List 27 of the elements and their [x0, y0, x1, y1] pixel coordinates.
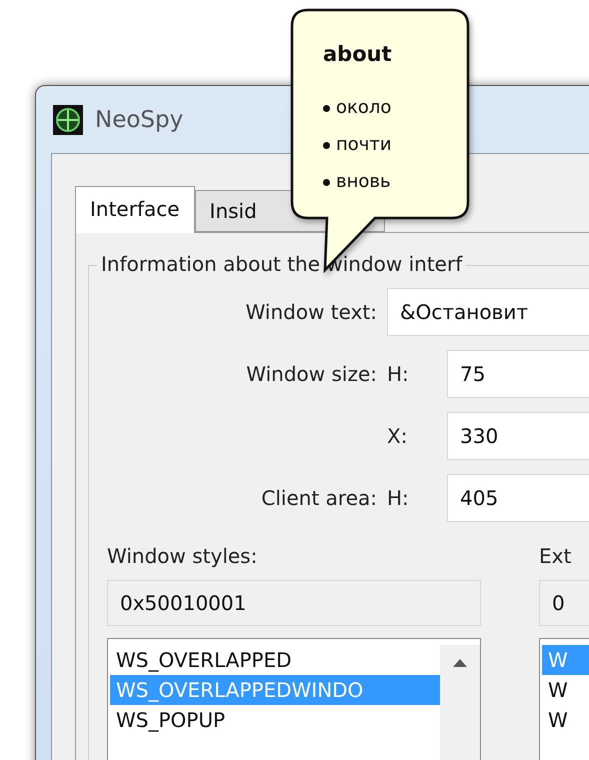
- list-item[interactable]: WS_POPUP: [110, 705, 440, 735]
- field-prefix: X:: [387, 424, 408, 448]
- tooltip-item: почти: [336, 133, 392, 157]
- styles-list[interactable]: W W W: [539, 638, 589, 760]
- field-label: Window size:: [245, 362, 378, 386]
- tooltip-title: about: [323, 42, 392, 66]
- list-item[interactable]: W: [542, 675, 589, 705]
- field-label: Client area:: [260, 486, 378, 510]
- field-prefix: H:: [387, 362, 410, 386]
- styles-label: Ext: [539, 544, 572, 568]
- tab[interactable]: Interface: [75, 186, 195, 233]
- list-item[interactable]: W: [542, 705, 589, 735]
- input-field[interactable]: 75: [447, 350, 589, 398]
- list-item[interactable]: WS_OVERLAPPED: [110, 645, 440, 675]
- styles-value-field[interactable]: 0x50010001: [107, 580, 481, 626]
- field-label: Window text:: [244, 300, 378, 324]
- crosshair-icon: [53, 104, 83, 134]
- input-field[interactable]: &Остановит: [387, 288, 589, 336]
- styles-label: Window styles:: [107, 544, 258, 568]
- window-title: NeoSpy: [95, 106, 184, 132]
- tooltip-item: около: [336, 96, 392, 120]
- styles-list[interactable]: WS_OVERLAPPED WS_OVERLAPPEDWINDO WS_POPUP: [107, 638, 481, 760]
- field-prefix: H:: [387, 486, 410, 510]
- scroll-up-icon[interactable]: [453, 659, 467, 667]
- input-field[interactable]: 405: [447, 474, 589, 522]
- styles-value-field[interactable]: 0: [539, 580, 589, 626]
- input-field[interactable]: 330: [447, 412, 589, 460]
